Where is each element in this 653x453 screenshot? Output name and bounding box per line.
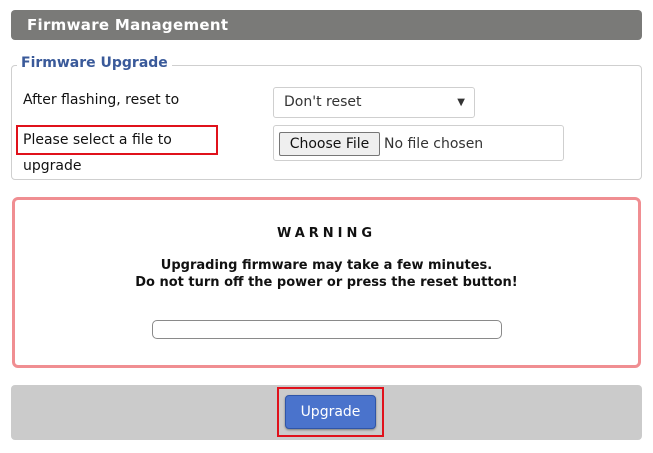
page-title: Firmware Management [11,10,642,40]
warning-panel: WARNING Upgrading firmware may take a fe… [12,197,641,368]
upgrade-button[interactable]: Upgrade [285,395,376,429]
upgrade-progress-bar [152,320,502,339]
fieldset-legend: Firmware Upgrade [17,54,172,72]
file-input[interactable]: Choose File No file chosen [273,125,564,161]
firmware-upgrade-fieldset [11,65,642,180]
warning-title: WARNING [276,226,377,241]
file-select-label: Please select a file to upgrade [16,125,218,174]
reset-select-value: Don't reset [284,94,362,110]
dropdown-arrow-icon: ▼ [457,97,465,108]
reset-select[interactable]: Don't reset ▼ [273,87,475,118]
choose-file-button[interactable]: Choose File [279,132,380,156]
warning-message-line2: Do not turn off the power or press the r… [135,275,518,290]
file-status-text: No file chosen [384,136,484,152]
warning-message-line1: Upgrading firmware may take a few minute… [160,258,493,273]
reset-label: After flashing, reset to [23,92,180,108]
